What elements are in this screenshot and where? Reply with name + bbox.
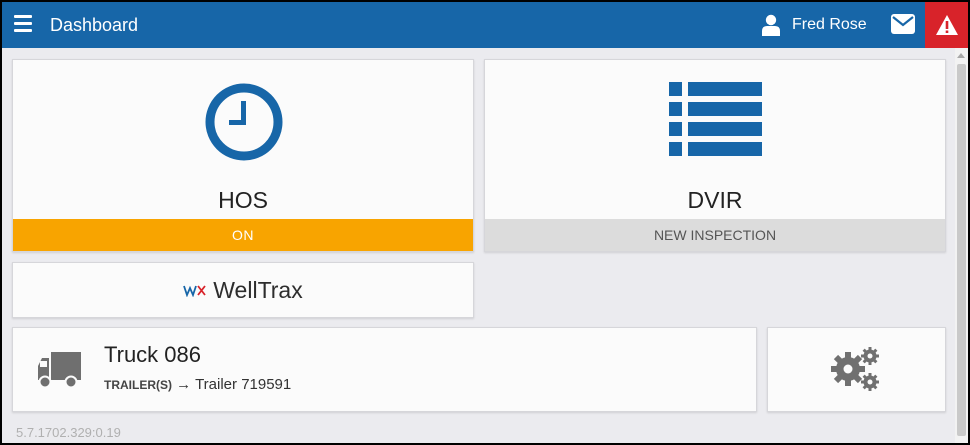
menu-button[interactable] <box>14 15 40 35</box>
hos-label: HOS <box>218 187 268 213</box>
truck-icon <box>38 352 81 389</box>
truck-name: Truck 086 <box>104 342 202 367</box>
arrow: → <box>176 376 192 393</box>
page-title: Dashboard <box>50 15 139 35</box>
top-bar: Dashboard Fred Rose <box>2 2 968 48</box>
trailer-info: TRAILER(S) → Trailer 719591 <box>104 376 291 393</box>
scroll-up-arrow-icon[interactable] <box>957 53 965 58</box>
wx-logo-icon <box>183 285 206 297</box>
app-frame: Dashboard Fred Rose HOS ON DVIR NEW INSP… <box>2 2 968 443</box>
gears-icon <box>831 347 879 391</box>
messages-button[interactable] <box>891 14 917 36</box>
hos-status: ON <box>13 219 473 251</box>
list-icon <box>669 82 762 156</box>
alert-button[interactable] <box>925 2 968 48</box>
user-menu[interactable]: Fred Rose <box>762 11 867 39</box>
clock-icon <box>205 83 283 161</box>
scroll-thumb[interactable] <box>957 64 966 436</box>
dvir-status: NEW INSPECTION <box>485 219 945 251</box>
user-name: Fred Rose <box>792 16 867 33</box>
dvir-tile[interactable]: DVIR NEW INSPECTION <box>484 59 946 252</box>
vehicle-card[interactable]: Truck 086 TRAILER(S) → Trailer 719591 <box>12 327 757 412</box>
hos-tile[interactable]: HOS ON <box>12 59 474 252</box>
user-icon <box>762 14 780 36</box>
welltrax-label: WellTrax <box>213 276 303 303</box>
hamburger-menu-icon <box>14 15 40 32</box>
envelope-icon <box>891 14 915 34</box>
settings-card[interactable] <box>767 327 946 412</box>
dvir-label: DVIR <box>687 187 743 213</box>
version-label: 5.7.1702.329:0.19 <box>16 425 121 440</box>
warning-triangle-icon <box>935 15 958 35</box>
welltrax-tile[interactable]: WellTrax <box>12 262 474 318</box>
trailer-key: TRAILER(S) <box>104 378 172 392</box>
scrollbar[interactable] <box>955 48 968 443</box>
trailer-value: Trailer 719591 <box>195 376 292 393</box>
